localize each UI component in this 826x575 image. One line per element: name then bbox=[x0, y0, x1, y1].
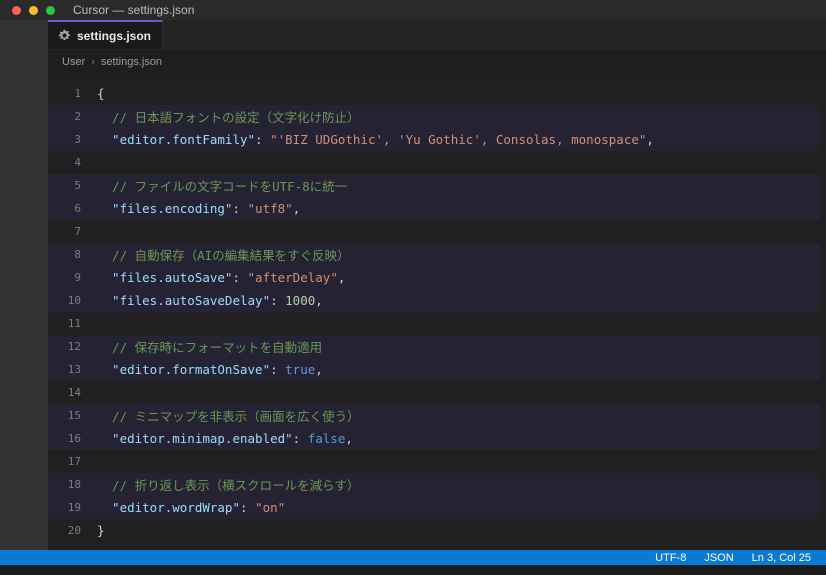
line-number: 2 bbox=[74, 110, 81, 123]
line-number: 1 bbox=[74, 87, 81, 100]
breadcrumb-item-user[interactable]: User bbox=[62, 56, 85, 68]
close-window-button[interactable] bbox=[12, 5, 21, 15]
window-bottom-edge bbox=[0, 565, 826, 575]
line-number: 4 bbox=[74, 156, 81, 169]
status-bar: UTF-8 JSON Ln 3, Col 25 bbox=[0, 550, 826, 565]
status-item-utf-8[interactable]: UTF-8 bbox=[646, 552, 695, 564]
code-text: "editor.formatOnSave": true, bbox=[97, 362, 323, 377]
breadcrumb-separator: › bbox=[91, 56, 95, 68]
tab-label: settings.json bbox=[77, 28, 152, 43]
code-text: "files.autoSave": "afterDelay", bbox=[97, 270, 346, 285]
line-number: 6 bbox=[74, 202, 81, 215]
line-number: 11 bbox=[67, 317, 81, 330]
line-number: 15 bbox=[67, 409, 81, 422]
code-line-19[interactable]: 19 "editor.wordWrap": "on" bbox=[48, 496, 820, 519]
line-number: 14 bbox=[67, 386, 81, 399]
code-line-5[interactable]: 5 // ファイルの文字コードをUTF-8に統一 bbox=[48, 174, 820, 197]
status-bar-right: UTF-8 JSON Ln 3, Col 25 bbox=[646, 552, 820, 564]
code-line-8[interactable]: 8 // 自動保存（AIの編集結果をすぐ反映） bbox=[48, 243, 820, 266]
code-line-13[interactable]: 13 "editor.formatOnSave": true, bbox=[48, 358, 820, 381]
code-text: "editor.minimap.enabled": false, bbox=[97, 431, 353, 446]
app-window: Cursor — settings.json settings.json Use… bbox=[0, 0, 826, 575]
code-text: // ミニマップを非表示（画面を広く使う） bbox=[97, 409, 360, 424]
code-line-9[interactable]: 9 "files.autoSave": "afterDelay", bbox=[48, 266, 820, 289]
breadcrumb-item-file[interactable]: settings.json bbox=[101, 56, 162, 68]
code-line-11[interactable]: 11 bbox=[48, 312, 820, 335]
code-text: "files.autoSaveDelay": 1000, bbox=[97, 293, 323, 308]
code-line-20[interactable]: 20} bbox=[48, 519, 820, 542]
traffic-lights bbox=[12, 5, 55, 15]
code-line-7[interactable]: 7 bbox=[48, 220, 820, 243]
code-text: // ファイルの文字コードをUTF-8に統一 bbox=[97, 179, 348, 194]
line-number: 20 bbox=[67, 524, 81, 537]
code-line-14[interactable]: 14 bbox=[48, 381, 820, 404]
window-title: Cursor — settings.json bbox=[73, 3, 195, 17]
activity-bar[interactable] bbox=[0, 20, 48, 550]
code-line-3[interactable]: 3 "editor.fontFamily": "'BIZ UDGothic', … bbox=[48, 128, 820, 151]
code-line-12[interactable]: 12 // 保存時にフォーマットを自動適用 bbox=[48, 335, 820, 358]
code-text: "editor.wordWrap": "on" bbox=[97, 500, 286, 515]
code-line-6[interactable]: 6 "files.encoding": "utf8", bbox=[48, 197, 820, 220]
maximize-window-button[interactable] bbox=[46, 5, 55, 15]
line-number: 19 bbox=[67, 501, 81, 514]
code-text: // 保存時にフォーマットを自動適用 bbox=[97, 340, 323, 355]
line-number: 18 bbox=[67, 478, 81, 491]
line-number: 5 bbox=[74, 179, 81, 192]
line-number: 13 bbox=[67, 363, 81, 376]
line-number: 12 bbox=[67, 340, 81, 353]
line-number: 9 bbox=[74, 271, 81, 284]
status-item-json[interactable]: JSON bbox=[695, 552, 742, 564]
title-bar: Cursor — settings.json bbox=[0, 0, 826, 20]
line-number: 3 bbox=[74, 133, 81, 146]
code-line-10[interactable]: 10 "files.autoSaveDelay": 1000, bbox=[48, 289, 820, 312]
line-number: 16 bbox=[67, 432, 81, 445]
status-item-ln-3-col-25[interactable]: Ln 3, Col 25 bbox=[743, 552, 820, 564]
code-text: // 日本語フォントの設定（文字化け防止） bbox=[97, 110, 360, 125]
code-line-18[interactable]: 18 // 折り返し表示（横スクロールを減らす） bbox=[48, 473, 820, 496]
code-text: { bbox=[97, 86, 105, 101]
line-number: 8 bbox=[74, 248, 81, 261]
tab-settings-json[interactable]: settings.json bbox=[48, 20, 163, 49]
line-number: 17 bbox=[67, 455, 81, 468]
code-line-16[interactable]: 16 "editor.minimap.enabled": false, bbox=[48, 427, 820, 450]
tab-bar: settings.json bbox=[48, 20, 826, 50]
code-text: "editor.fontFamily": "'BIZ UDGothic', 'Y… bbox=[97, 132, 654, 147]
code-line-4[interactable]: 4 bbox=[48, 151, 820, 174]
editor-code-area[interactable]: 1{2 // 日本語フォントの設定（文字化け防止） 3 "editor.fontF… bbox=[48, 74, 826, 550]
minimize-window-button[interactable] bbox=[29, 5, 38, 15]
code-text: "files.encoding": "utf8", bbox=[97, 201, 301, 216]
window-body: settings.json User › settings.json 1{2 /… bbox=[0, 20, 826, 550]
code-line-17[interactable]: 17 bbox=[48, 450, 820, 473]
line-number: 7 bbox=[74, 225, 81, 238]
gear-icon bbox=[58, 29, 70, 41]
code-text: // 自動保存（AIの編集結果をすぐ反映） bbox=[97, 248, 350, 263]
code-text: // 折り返し表示（横スクロールを減らす） bbox=[97, 478, 360, 493]
code-line-15[interactable]: 15 // ミニマップを非表示（画面を広く使う） bbox=[48, 404, 820, 427]
code-line-1[interactable]: 1{ bbox=[48, 82, 820, 105]
breadcrumb: User › settings.json bbox=[48, 50, 826, 74]
editor-group: settings.json User › settings.json 1{2 /… bbox=[48, 20, 826, 550]
line-number: 10 bbox=[67, 294, 81, 307]
code-text: } bbox=[97, 523, 105, 538]
code-line-2[interactable]: 2 // 日本語フォントの設定（文字化け防止） bbox=[48, 105, 820, 128]
